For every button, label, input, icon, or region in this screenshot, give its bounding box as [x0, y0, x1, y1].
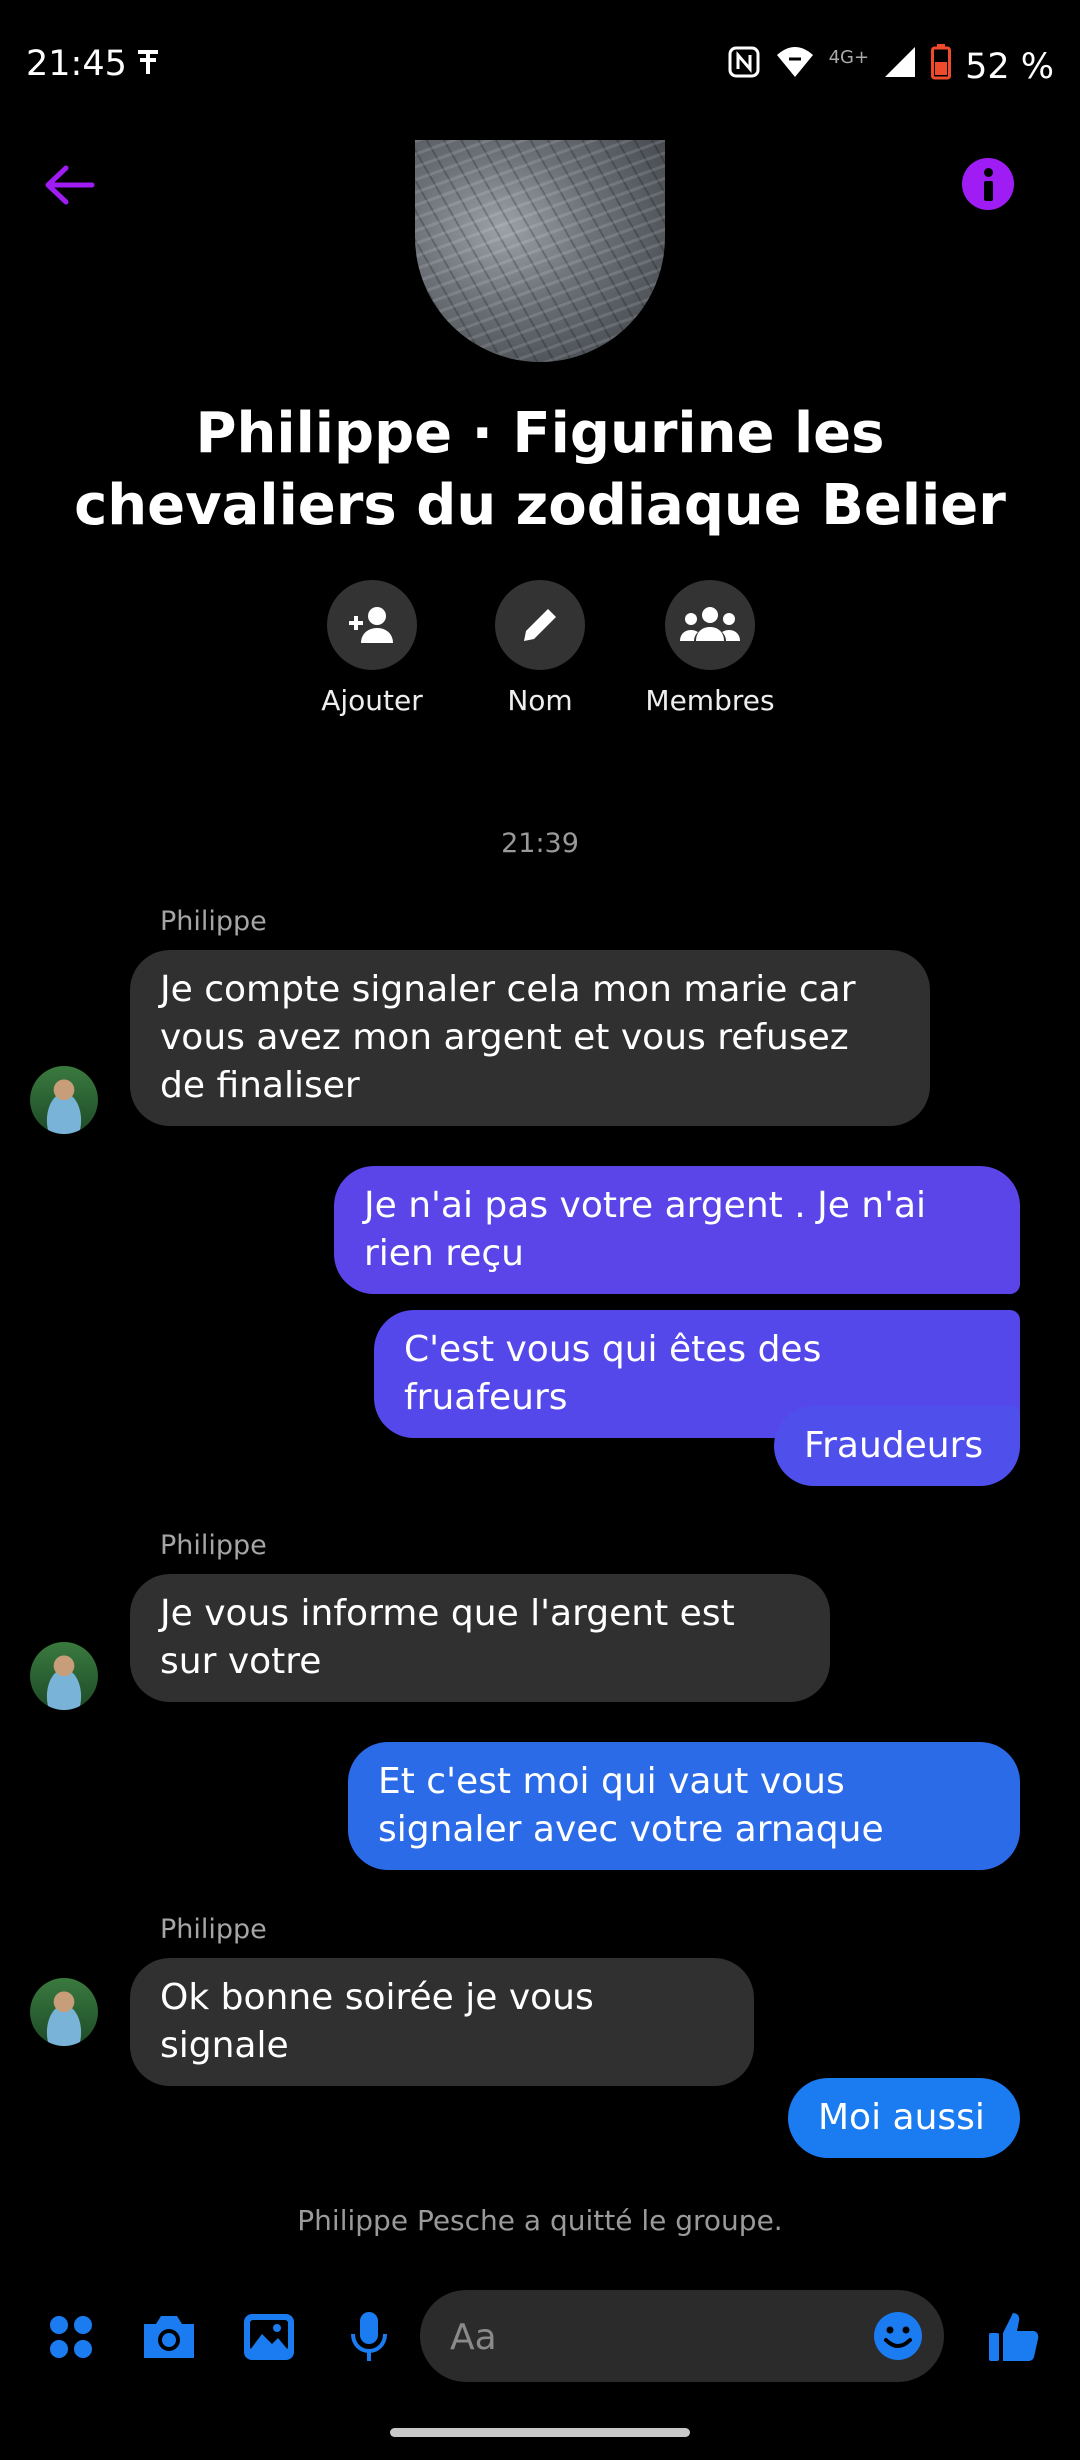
group-icon — [665, 580, 755, 670]
message-bubble-incoming[interactable]: Je vous informe que l'argent est sur vot… — [130, 1574, 830, 1702]
rename-label: Nom — [507, 684, 573, 717]
home-indicator[interactable] — [390, 2428, 690, 2437]
arrow-left-icon — [45, 165, 95, 205]
message-composer[interactable] — [420, 2290, 944, 2384]
add-member-button[interactable]: Ajouter — [292, 580, 452, 717]
microphone-button[interactable] — [334, 2302, 404, 2372]
avatar[interactable] — [30, 1642, 98, 1710]
avatar[interactable] — [30, 1978, 98, 2046]
message-bubble-incoming[interactable]: Je compte signaler cela mon marie car vo… — [130, 950, 930, 1126]
microphone-icon — [351, 2312, 387, 2361]
members-button[interactable]: Membres — [630, 580, 790, 717]
thumbs-up-icon — [989, 2313, 1039, 2361]
pencil-icon — [495, 580, 585, 670]
thread-timestamp: 21:39 — [501, 828, 579, 859]
gallery-button[interactable] — [234, 2302, 304, 2372]
status-time: 21:45 — [26, 44, 127, 84]
sender-name: Philippe — [160, 1530, 267, 1561]
avatar[interactable] — [30, 1066, 98, 1134]
battery-icon — [931, 44, 952, 89]
group-photo[interactable] — [415, 140, 665, 362]
apps-icon — [50, 2316, 92, 2358]
camera-icon — [144, 2316, 194, 2358]
members-label: Membres — [645, 684, 775, 717]
add-member-label: Ajouter — [321, 684, 423, 717]
battery-percent: 52 % — [965, 46, 1054, 87]
message-bubble-incoming[interactable]: Ok bonne soirée je vous signale — [130, 1958, 754, 2086]
like-button[interactable] — [978, 2302, 1048, 2372]
sender-name: Philippe — [160, 1914, 267, 1945]
nfc-icon — [727, 45, 761, 88]
back-button[interactable] — [40, 160, 100, 210]
camera-button[interactable] — [134, 2302, 204, 2372]
system-message: Philippe Pesche a quitté le groupe. — [297, 2204, 783, 2237]
smiley-icon — [874, 2312, 922, 2360]
gallery-icon — [244, 2314, 294, 2360]
wifi-icon — [775, 45, 815, 88]
message-bubble-outgoing[interactable]: Fraudeurs — [774, 1406, 1020, 1486]
message-bubble-outgoing[interactable]: Moi aussi — [788, 2078, 1020, 2158]
rename-button[interactable]: Nom — [460, 580, 620, 717]
usb-debug-icon — [134, 46, 162, 84]
emoji-button[interactable] — [872, 2310, 924, 2362]
add-person-icon — [327, 580, 417, 670]
status-icons: 4G+ 52 % — [727, 44, 1054, 89]
network-type: 4G+ — [828, 47, 870, 68]
signal-icon — [883, 45, 917, 88]
message-bubble-outgoing[interactable]: Et c'est moi qui vaut vous signaler avec… — [348, 1742, 1020, 1870]
conversation-title: Philippe · Figurine les chevaliers du zo… — [74, 401, 1006, 538]
apps-button[interactable] — [36, 2302, 106, 2372]
info-button[interactable] — [962, 158, 1014, 210]
message-input[interactable] — [448, 2290, 832, 2384]
sender-name: Philippe — [160, 906, 267, 937]
message-bubble-outgoing[interactable]: Je n'ai pas votre argent . Je n'ai rien … — [334, 1166, 1020, 1294]
info-icon — [984, 168, 993, 177]
